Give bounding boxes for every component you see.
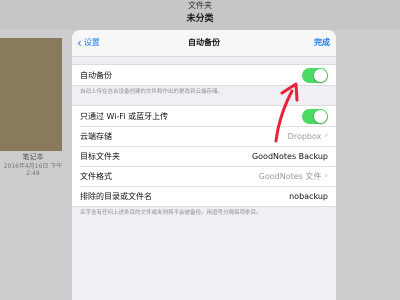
settings-footer: 名字含有任何上述条目的文件或夹则将不会被备份。用逗号分隔每项条目。 [80,210,262,216]
auto-backup-label: 自动备份 [80,70,112,80]
auto-backup-group: 自动备份 [72,64,336,86]
chevron-right-icon: › [324,131,328,141]
cloud-storage-row[interactable]: 云端存储 Dropbox › [72,126,336,146]
chevron-left-icon: ‹ [77,35,82,50]
excluded-names-label: 排除的目录或文件名 [80,191,152,201]
top-bar-prev[interactable]: 文件夹 [0,0,400,11]
back-button[interactable]: ‹ 设置 [77,35,100,50]
file-format-row[interactable]: 文件格式 GoodNotes 文件 › [72,166,336,186]
toggle-knob [314,68,327,82]
target-folder-label: 目标文件夹 [80,151,120,161]
auto-backup-modal: ‹ 设置 自动备份 完成 自动备份 自动上传在这台设备创建的文件和作出的更改到云… [72,30,336,300]
excluded-names-row[interactable]: 排除的目录或文件名 nobackup [72,186,336,206]
top-bar-title: 未分类 [186,14,214,24]
backup-settings-group: 只通过 Wi-Fi 或蓝牙上传 云端存储 Dropbox › 目标文件夹 Goo… [72,105,336,207]
modal-title: 自动备份 [188,38,220,47]
notebook-date: 2016年4月16日 下午2:48 [3,163,63,177]
wifi-only-toggle[interactable] [302,108,328,124]
notebook-cover[interactable] [0,38,62,151]
top-bar: 文件夹 未分类 [0,0,400,30]
done-button[interactable]: 完成 [314,37,330,48]
target-folder-row[interactable]: 目标文件夹 GoodNotes Backup [72,146,336,166]
file-format-label: 文件格式 [80,171,112,181]
auto-backup-footer: 自动上传在这台设备创建的文件和作出的更改到云端存储。 [80,89,224,95]
auto-backup-row: 自动备份 [72,65,336,85]
chevron-right-icon: › [324,171,328,181]
cloud-storage-value: Dropbox [287,131,322,141]
excluded-names-value: nobackup [289,191,328,201]
wifi-only-label: 只通过 Wi-Fi 或蓝牙上传 [80,111,169,121]
target-folder-value: GoodNotes Backup [251,151,328,161]
modal-nav-bar: ‹ 设置 自动备份 完成 [72,30,336,57]
toggle-knob [314,109,327,123]
auto-backup-toggle[interactable] [302,67,328,83]
file-format-value: GoodNotes 文件 [258,171,322,181]
wifi-only-row: 只通过 Wi-Fi 或蓝牙上传 [72,106,336,126]
back-button-label: 设置 [83,38,100,47]
cloud-storage-label: 云端存储 [80,131,112,141]
